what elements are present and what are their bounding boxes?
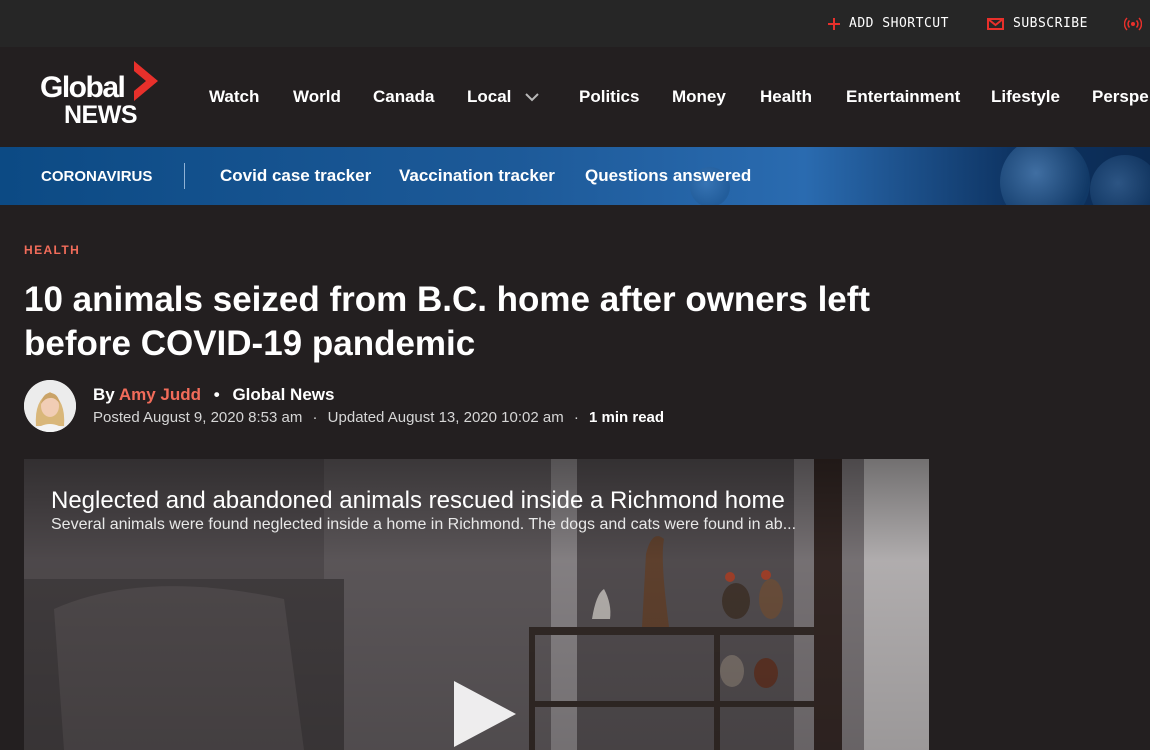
add-shortcut-label: ADD SHORTCUT xyxy=(849,16,949,31)
outlet-name: Global News xyxy=(232,385,335,404)
nav-item-politics[interactable]: Politics xyxy=(579,47,639,147)
updated-date: Updated August 13, 2020 10:02 am xyxy=(327,409,564,426)
author-link[interactable]: Amy Judd xyxy=(119,385,201,404)
covid-case-tracker-link[interactable]: Covid case tracker xyxy=(220,147,371,205)
separator: · xyxy=(312,409,318,426)
posted-date: Posted August 9, 2020 8:53 am xyxy=(93,409,303,426)
plus-icon xyxy=(828,17,840,30)
add-shortcut-link[interactable]: ADD SHORTCUT xyxy=(828,0,949,47)
article-category[interactable]: HEALTH xyxy=(24,243,80,257)
subscribe-label: SUBSCRIBE xyxy=(1013,16,1088,31)
site-header: Global NEWS Watch World Canada Local Pol… xyxy=(0,47,1150,147)
live-link[interactable] xyxy=(1124,0,1150,47)
nav-item-local[interactable]: Local xyxy=(467,47,540,147)
article-headline: 10 animals seized from B.C. home after o… xyxy=(24,280,871,363)
byline: By Amy Judd • Global News xyxy=(93,385,334,405)
vaccination-tracker-link[interactable]: Vaccination tracker xyxy=(399,147,555,205)
subscribe-link[interactable]: SUBSCRIBE xyxy=(987,0,1088,47)
nav-item-entertainment[interactable]: Entertainment xyxy=(846,47,960,147)
nav-item-perspectives[interactable]: Perspe xyxy=(1092,47,1149,147)
video-player[interactable]: Neglected and abandoned animals rescued … xyxy=(24,459,929,750)
live-broadcast-icon xyxy=(1124,16,1142,31)
bullet-separator: • xyxy=(213,385,220,404)
video-title: Neglected and abandoned animals rescued … xyxy=(51,487,785,514)
nav-item-world[interactable]: World xyxy=(293,47,341,147)
nav-item-lifestyle[interactable]: Lifestyle xyxy=(991,47,1060,147)
divider xyxy=(184,163,185,189)
coronavirus-section-link[interactable]: CORONAVIRUS xyxy=(41,147,152,205)
nav-item-money[interactable]: Money xyxy=(672,47,726,147)
questions-answered-link[interactable]: Questions answered xyxy=(585,147,751,205)
byline-prefix: By xyxy=(93,385,115,404)
video-description: Several animals were found neglected ins… xyxy=(51,516,797,533)
nav-item-health[interactable]: Health xyxy=(760,47,812,147)
virus-decoration xyxy=(1090,155,1150,205)
chevron-down-icon xyxy=(525,92,540,102)
separator: · xyxy=(573,409,579,426)
nav-item-canada[interactable]: Canada xyxy=(373,47,434,147)
author-avatar[interactable] xyxy=(24,380,76,432)
virus-decoration xyxy=(1000,147,1090,205)
play-icon[interactable] xyxy=(452,681,518,747)
nav-item-watch[interactable]: Watch xyxy=(209,47,259,147)
mail-icon xyxy=(987,17,1004,30)
read-time: 1 min read xyxy=(589,409,665,426)
utility-bar: ADD SHORTCUT SUBSCRIBE xyxy=(0,0,1150,47)
nav-item-local-label: Local xyxy=(467,87,512,106)
article-dates: Posted August 9, 2020 8:53 am · Updated … xyxy=(93,409,664,426)
main-nav: Watch World Canada Local Politics Money … xyxy=(0,47,1150,147)
coronavirus-bar: CORONAVIRUS Covid case tracker Vaccinati… xyxy=(0,147,1150,205)
